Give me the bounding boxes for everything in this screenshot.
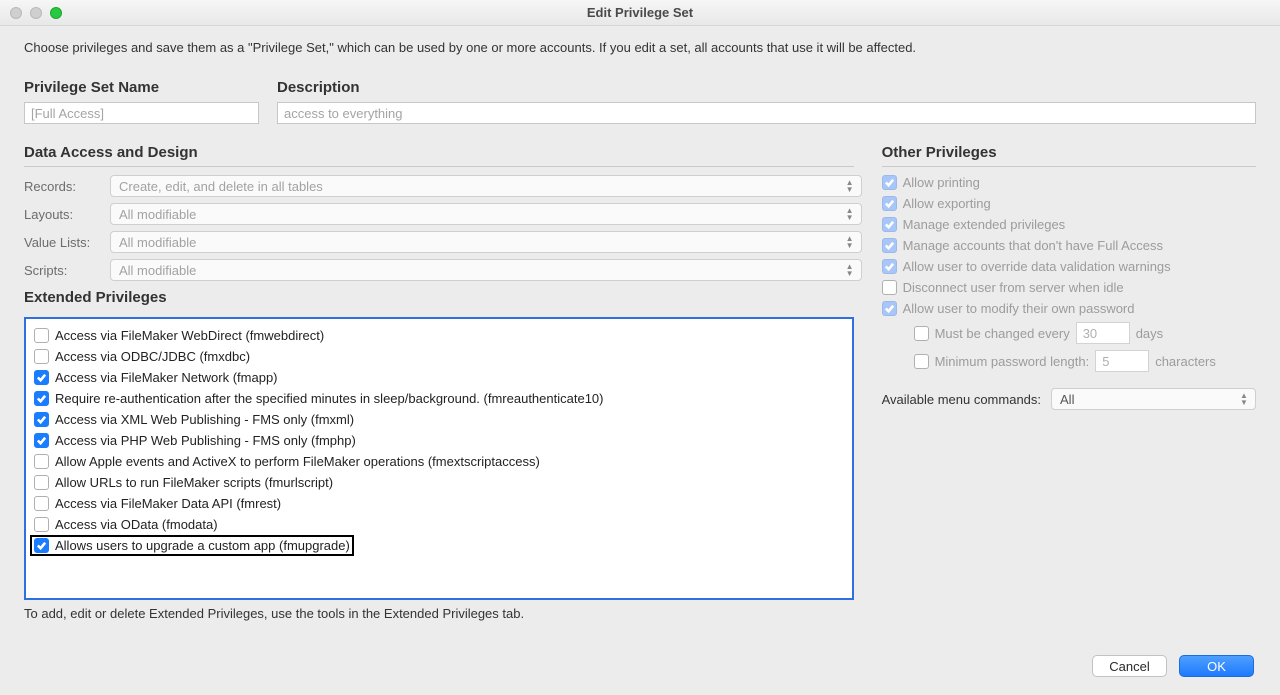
manage-accounts-label: Manage accounts that don't have Full Acc… <box>903 238 1163 253</box>
extended-privilege-checkbox[interactable] <box>34 496 49 511</box>
ok-button[interactable]: OK <box>1179 655 1254 677</box>
allow-printing-label: Allow printing <box>903 175 980 190</box>
must-change-input[interactable] <box>1076 322 1130 344</box>
cancel-button[interactable]: Cancel <box>1092 655 1167 677</box>
extended-privilege-row[interactable]: Allow URLs to run FileMaker scripts (fmu… <box>30 472 848 493</box>
records-select-value: Create, edit, and delete in all tables <box>119 179 323 194</box>
description-input[interactable] <box>277 102 1256 124</box>
extended-privilege-label: Access via XML Web Publishing - FMS only… <box>55 412 354 427</box>
stepper-icon: ▲▼ <box>843 205 857 223</box>
extended-privilege-label: Access via FileMaker Data API (fmrest) <box>55 496 281 511</box>
override-validation-label: Allow user to override data validation w… <box>903 259 1171 274</box>
extended-privilege-checkbox[interactable] <box>34 328 49 343</box>
menu-commands-label: Available menu commands: <box>882 392 1041 407</box>
manage-accounts-checkbox[interactable] <box>882 238 897 253</box>
extended-privilege-checkbox[interactable] <box>34 517 49 532</box>
manage-accounts-row[interactable]: Manage accounts that don't have Full Acc… <box>882 238 1256 253</box>
extended-privilege-checkbox[interactable] <box>34 433 49 448</box>
extended-privilege-row[interactable]: Require re-authentication after the spec… <box>30 388 848 409</box>
extended-privilege-row[interactable]: Access via OData (fmodata) <box>30 514 848 535</box>
layouts-label: Layouts: <box>24 207 110 222</box>
window-title: Edit Privilege Set <box>0 5 1280 20</box>
allow-exporting-checkbox[interactable] <box>882 196 897 211</box>
extended-privileges-caption: To add, edit or delete Extended Privileg… <box>24 606 862 621</box>
menu-commands-select[interactable]: All ▲▼ <box>1051 388 1256 410</box>
titlebar: Edit Privilege Set <box>0 0 1280 26</box>
extended-privilege-label: Allow URLs to run FileMaker scripts (fmu… <box>55 475 333 490</box>
manage-ext-priv-row[interactable]: Manage extended privileges <box>882 217 1256 232</box>
extended-privilege-label: Allows users to upgrade a custom app (fm… <box>55 538 350 553</box>
extended-privilege-row[interactable]: Access via PHP Web Publishing - FMS only… <box>30 430 848 451</box>
intro-text: Choose privileges and save them as a "Pr… <box>24 40 1256 55</box>
scripts-label: Scripts: <box>24 263 110 278</box>
min-length-label: Minimum password length: <box>935 354 1090 369</box>
extended-privilege-checkbox[interactable] <box>34 412 49 427</box>
privilege-set-name-label: Privilege Set Name <box>24 79 259 96</box>
extended-privilege-row[interactable]: Access via XML Web Publishing - FMS only… <box>30 409 848 430</box>
description-label: Description <box>277 79 1256 96</box>
extended-privilege-label: Require re-authentication after the spec… <box>55 391 603 406</box>
value-lists-select-value: All modifiable <box>119 235 196 250</box>
extended-privilege-row[interactable]: Access via FileMaker Network (fmapp) <box>30 367 848 388</box>
extended-privilege-label: Allow Apple events and ActiveX to perfor… <box>55 454 540 469</box>
extended-privilege-label: Access via OData (fmodata) <box>55 517 218 532</box>
modify-password-label: Allow user to modify their own password <box>903 301 1135 316</box>
extended-privilege-row[interactable]: Access via FileMaker Data API (fmrest) <box>30 493 848 514</box>
modify-password-row[interactable]: Allow user to modify their own password <box>882 301 1256 316</box>
extended-privilege-row[interactable]: Access via ODBC/JDBC (fmxdbc) <box>30 346 848 367</box>
other-privileges-heading: Other Privileges <box>882 144 1256 167</box>
stepper-icon: ▲▼ <box>843 177 857 195</box>
override-validation-checkbox[interactable] <box>882 259 897 274</box>
min-length-suffix: characters <box>1155 354 1216 369</box>
extended-privilege-label: Access via FileMaker WebDirect (fmwebdir… <box>55 328 324 343</box>
extended-privilege-label: Access via ODBC/JDBC (fmxdbc) <box>55 349 250 364</box>
extended-privilege-checkbox[interactable] <box>34 370 49 385</box>
allow-printing-row[interactable]: Allow printing <box>882 175 1256 190</box>
extended-privileges-heading: Extended Privileges <box>24 289 854 311</box>
layouts-select-value: All modifiable <box>119 207 196 222</box>
must-change-suffix: days <box>1136 326 1163 341</box>
manage-ext-label: Manage extended privileges <box>903 217 1066 232</box>
min-length-input[interactable] <box>1095 350 1149 372</box>
extended-privilege-row[interactable]: Allows users to upgrade a custom app (fm… <box>30 535 354 556</box>
manage-ext-checkbox[interactable] <box>882 217 897 232</box>
extended-privileges-list[interactable]: Access via FileMaker WebDirect (fmwebdir… <box>24 317 854 600</box>
allow-printing-checkbox[interactable] <box>882 175 897 190</box>
extended-privilege-label: Access via FileMaker Network (fmapp) <box>55 370 278 385</box>
records-label: Records: <box>24 179 110 194</box>
must-change-label: Must be changed every <box>935 326 1070 341</box>
extended-privilege-checkbox[interactable] <box>34 454 49 469</box>
extended-privilege-checkbox[interactable] <box>34 391 49 406</box>
extended-privilege-checkbox[interactable] <box>34 349 49 364</box>
extended-privilege-label: Access via PHP Web Publishing - FMS only… <box>55 433 356 448</box>
extended-privilege-row[interactable]: Allow Apple events and ActiveX to perfor… <box>30 451 848 472</box>
extended-privilege-row[interactable]: Access via FileMaker WebDirect (fmwebdir… <box>30 325 848 346</box>
stepper-icon: ▲▼ <box>1237 390 1251 408</box>
records-select[interactable]: Create, edit, and delete in all tables ▲… <box>110 175 862 197</box>
disconnect-idle-row[interactable]: Disconnect user from server when idle <box>882 280 1256 295</box>
modify-password-checkbox[interactable] <box>882 301 897 316</box>
disconnect-idle-checkbox[interactable] <box>882 280 897 295</box>
data-access-heading: Data Access and Design <box>24 144 854 167</box>
override-validation-row[interactable]: Allow user to override data validation w… <box>882 259 1256 274</box>
allow-exporting-label: Allow exporting <box>903 196 991 211</box>
scripts-select-value: All modifiable <box>119 263 196 278</box>
value-lists-select[interactable]: All modifiable ▲▼ <box>110 231 862 253</box>
min-length-checkbox[interactable] <box>914 354 929 369</box>
scripts-select[interactable]: All modifiable ▲▼ <box>110 259 862 281</box>
must-change-checkbox[interactable] <box>914 326 929 341</box>
menu-commands-value: All <box>1060 392 1074 407</box>
extended-privilege-checkbox[interactable] <box>34 538 49 553</box>
value-lists-label: Value Lists: <box>24 235 110 250</box>
must-change-row[interactable]: Must be changed every days <box>914 322 1256 344</box>
stepper-icon: ▲▼ <box>843 261 857 279</box>
disconnect-idle-label: Disconnect user from server when idle <box>903 280 1124 295</box>
privilege-set-name-input[interactable] <box>24 102 259 124</box>
min-length-row[interactable]: Minimum password length: characters <box>914 350 1256 372</box>
extended-privilege-checkbox[interactable] <box>34 475 49 490</box>
stepper-icon: ▲▼ <box>843 233 857 251</box>
allow-exporting-row[interactable]: Allow exporting <box>882 196 1256 211</box>
layouts-select[interactable]: All modifiable ▲▼ <box>110 203 862 225</box>
